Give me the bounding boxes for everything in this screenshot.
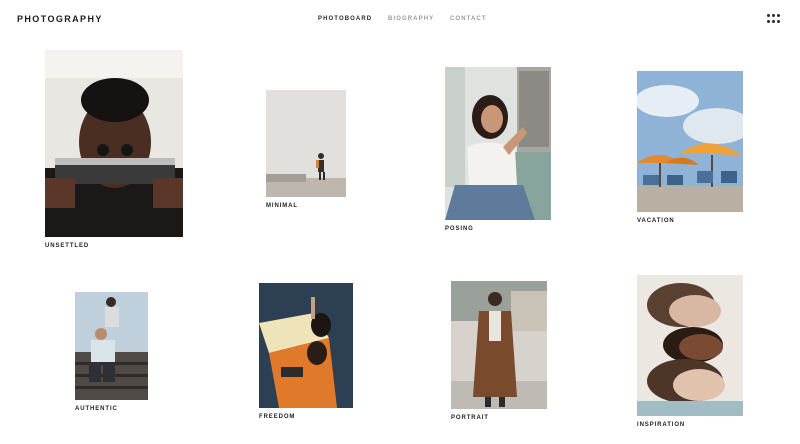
caption-freedom: FREEDOM bbox=[259, 414, 296, 420]
caption-portrait: PORTRAIT bbox=[451, 415, 489, 421]
caption-authentic: AUTHENTIC bbox=[75, 406, 118, 412]
photo-vacation bbox=[637, 71, 743, 212]
photo-authentic bbox=[75, 292, 148, 400]
gallery-item-minimal[interactable]: MINIMAL bbox=[266, 90, 346, 212]
nav-photoboard[interactable]: PHOTOBOARD bbox=[318, 16, 372, 22]
photo-portrait bbox=[451, 281, 547, 409]
gallery-item-unsettled[interactable]: UNSETTLED bbox=[45, 50, 183, 252]
main-nav: PHOTOBOARD BIOGRAPHY CONTACT bbox=[0, 16, 800, 26]
grid-dots-icon[interactable] bbox=[767, 14, 781, 24]
photo-freedom bbox=[259, 283, 353, 408]
photo-posing bbox=[445, 67, 551, 220]
gallery-item-portrait[interactable]: PORTRAIT bbox=[451, 281, 547, 425]
photo-unsettled bbox=[45, 50, 183, 237]
gallery-item-authentic[interactable]: AUTHENTIC bbox=[75, 292, 148, 415]
gallery-item-posing[interactable]: POSING bbox=[445, 67, 551, 235]
gallery-item-freedom[interactable]: FREEDOM bbox=[259, 283, 353, 421]
photo-inspiration bbox=[637, 275, 743, 416]
top-bar: PHOTOGRAPHY PHOTOBOARD BIOGRAPHY CONTACT bbox=[0, 0, 800, 40]
caption-posing: POSING bbox=[445, 226, 474, 232]
caption-unsettled: UNSETTLED bbox=[45, 243, 90, 249]
caption-vacation: VACATION bbox=[637, 218, 675, 224]
gallery-item-vacation[interactable]: VACATION bbox=[637, 71, 743, 227]
caption-inspiration: INSPIRATION bbox=[637, 422, 686, 428]
caption-minimal: MINIMAL bbox=[266, 203, 298, 209]
nav-biography[interactable]: BIOGRAPHY bbox=[388, 16, 434, 22]
gallery-item-inspiration[interactable]: INSPIRATION bbox=[637, 275, 743, 432]
photo-minimal bbox=[266, 90, 346, 197]
nav-contact[interactable]: CONTACT bbox=[450, 16, 487, 22]
